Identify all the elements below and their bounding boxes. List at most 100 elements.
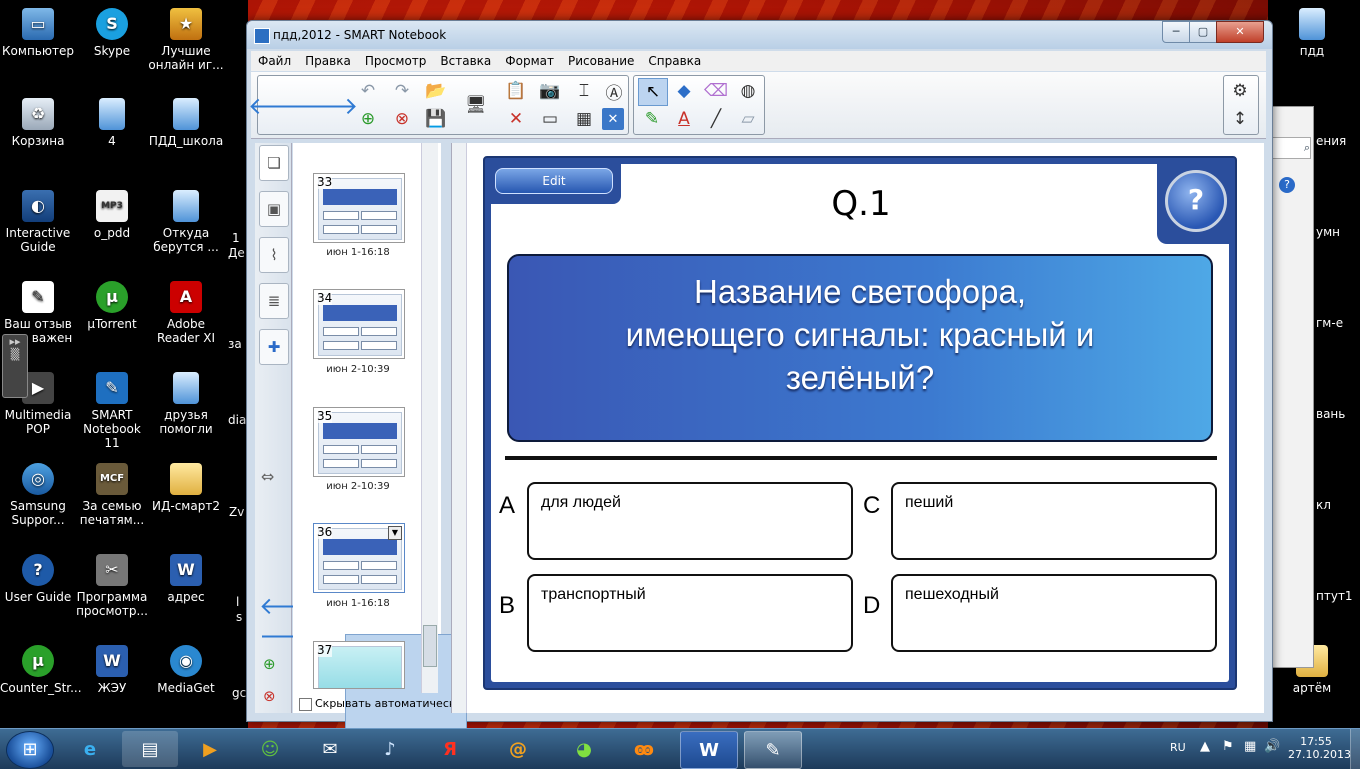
move-sidebar-icon[interactable]: ⇔ <box>261 467 274 486</box>
desktop-icon-mediaget[interactable]: ◉ MediaGet <box>148 645 224 695</box>
page-sorter-scrollbar[interactable] <box>421 143 438 693</box>
close-x-icon[interactable]: ✕ <box>602 108 624 130</box>
desktop-icon-counter-strike[interactable]: µ Counter_Str... <box>0 645 82 695</box>
screen-capture-icon[interactable]: ▭ <box>536 106 564 132</box>
help-icon[interactable]: ? <box>1279 177 1295 193</box>
language-indicator[interactable]: RU <box>1170 741 1186 754</box>
start-button[interactable]: ⊞ <box>6 731 54 769</box>
answer-option-d[interactable]: пешеходный <box>891 574 1217 652</box>
desktop-icon-zheu[interactable]: W ЖЭУ <box>74 645 150 695</box>
menu-draw[interactable]: Рисование <box>561 51 641 71</box>
open-folder-icon[interactable]: 📂 <box>422 78 450 104</box>
back-arrow-icon[interactable]: 🡐 <box>248 92 312 120</box>
odnoklassniki-icon[interactable]: ꙭ <box>616 731 672 767</box>
page-sorter-tab-icon[interactable]: ❏ <box>259 145 289 181</box>
properties-tab-icon[interactable]: ≣ <box>259 283 289 319</box>
menu-insert[interactable]: Вставка <box>433 51 498 71</box>
menu-file[interactable]: Файл <box>251 51 298 71</box>
internet-explorer-icon[interactable]: e <box>62 731 118 767</box>
autohide-checkbox[interactable]: Скрывать автоматическ <box>299 697 456 711</box>
show-desktop-button[interactable] <box>1350 729 1360 769</box>
yandex-icon[interactable]: Я <box>422 731 478 767</box>
answer-option-a[interactable]: для людей <box>527 482 853 560</box>
desktop-icon-samsung-support[interactable]: ◎ Samsung Suppor... <box>0 463 76 527</box>
page-thumbnail[interactable]: 33 <box>313 173 405 243</box>
save-icon[interactable]: 💾 <box>422 106 450 132</box>
desktop-icon-za-semyu-pechatyami[interactable]: MCF За семью печатям... <box>74 463 150 527</box>
delete-icon[interactable]: ✕ <box>502 106 530 132</box>
close-button[interactable]: ✕ <box>1216 21 1264 43</box>
contacts-icon[interactable]: ☺ <box>242 731 298 767</box>
desktop-icon-smart-notebook[interactable]: ✎ SMART Notebook 11 <box>74 372 150 450</box>
add-page-icon[interactable]: ⊕ <box>263 655 276 673</box>
floating-toolbar-handle[interactable]: ▸▸ ▒ <box>2 334 28 398</box>
canvas-vertical-scrollbar[interactable] <box>452 143 467 713</box>
undo-icon[interactable]: ↶ <box>354 78 382 104</box>
desktop-icon-pdd-school[interactable]: ПДД_школа <box>148 98 224 148</box>
desktop-icon-computer[interactable]: ▭ Компьютер <box>0 8 76 58</box>
menu-help[interactable]: Справка <box>641 51 708 71</box>
desktop-icon-id-smart2[interactable]: ИД-смарт2 <box>148 463 224 513</box>
maximize-button[interactable]: ▢ <box>1189 21 1217 43</box>
paste-icon[interactable]: 📋 <box>502 78 530 104</box>
answer-option-c[interactable]: пеший <box>891 482 1217 560</box>
action-center-flag-icon[interactable]: ⚑ <box>1222 739 1234 754</box>
scrollbar-thumb[interactable] <box>423 625 437 667</box>
page-thumbnail[interactable]: 37 <box>313 641 405 689</box>
file-explorer-icon[interactable]: ▤ <box>122 731 178 767</box>
text-tool-icon[interactable]: ⌶ <box>570 78 598 104</box>
menu-view[interactable]: Просмотр <box>358 51 434 71</box>
menu-format[interactable]: Формат <box>498 51 561 71</box>
desktop-icon-best-online-games[interactable]: ★ Лучшие онлайн иг... <box>148 8 224 72</box>
page-thumbnail-selected[interactable]: 36 ▼ <box>313 523 405 593</box>
page-thumbnail[interactable]: 35 <box>313 407 405 477</box>
camera-icon[interactable]: 📷 <box>536 78 564 104</box>
amigo-browser-icon[interactable]: ◕ <box>556 731 612 767</box>
desktop-icon-utorrent[interactable]: µ µTorrent <box>74 281 150 331</box>
text-color-icon[interactable]: A <box>670 106 698 132</box>
answer-option-b[interactable]: транспортный <box>527 574 853 652</box>
desktop-icon-pdd[interactable]: пдд <box>1274 8 1350 58</box>
table-icon[interactable]: ▦ <box>570 106 598 132</box>
network-icon[interactable]: ▦ <box>1244 739 1256 754</box>
search-icon[interactable]: ⌕ <box>1271 137 1311 159</box>
desktop-icon-o-pdd[interactable]: MP3 o_pdd <box>74 190 150 240</box>
gallery-tab-icon[interactable]: ▣ <box>259 191 289 227</box>
mail-ru-agent-icon[interactable]: @ <box>490 731 546 767</box>
spellcheck-icon[interactable]: Ⓐ <box>600 78 628 104</box>
title-bar[interactable]: пдд,2012 - SMART Notebook ─ ▢ ✕ <box>247 21 1272 49</box>
desktop-icon-user-guide[interactable]: ? User Guide <box>0 554 76 604</box>
shapes-icon[interactable]: ◆ <box>670 78 698 104</box>
volume-app-icon[interactable]: ♪ <box>362 731 418 767</box>
delete-page-icon[interactable]: ⊗ <box>388 106 416 132</box>
desktop-icon-skype[interactable]: S Skype <box>74 8 150 58</box>
desktop-icon-interactive-guide[interactable]: ◐ Interactive Guide <box>0 190 76 254</box>
volume-icon[interactable]: 🔊 <box>1264 739 1280 754</box>
pen-icon[interactable]: ✎ <box>638 106 666 132</box>
page-thumbnail[interactable]: 34 <box>313 289 405 359</box>
menu-edit[interactable]: Правка <box>298 51 358 71</box>
desktop-icon-recycle-bin[interactable]: ♻ Корзина <box>0 98 76 148</box>
screen-shade-icon[interactable]: 🖥 <box>462 92 490 118</box>
mail-icon[interactable]: ✉ <box>302 731 358 767</box>
forward-arrow-icon[interactable]: 🡒 <box>294 92 358 120</box>
line-icon[interactable]: ╱ <box>702 106 730 132</box>
desktop-icon-otkuda-berutsya[interactable]: Откуда берутся ... <box>148 190 224 254</box>
clock[interactable]: 17:55 27.10.2013 <box>1288 735 1351 761</box>
desktop-icon-druzya-pomogli[interactable]: друзья помогли <box>148 372 224 436</box>
addons-tab-icon[interactable]: ✚ <box>259 329 289 365</box>
add-page-icon[interactable]: ⊕ <box>354 106 382 132</box>
eraser-icon[interactable]: ⌫ <box>702 78 730 104</box>
toolbar-position-icon[interactable]: ↕ <box>1226 106 1254 132</box>
media-player-icon[interactable]: ▶ <box>182 731 238 767</box>
smart-notebook-taskbar-icon[interactable]: ✎ <box>744 731 802 769</box>
select-arrow-icon[interactable]: ↖ <box>638 78 668 106</box>
desktop-icon-adobe-reader[interactable]: A Adobe Reader XI <box>148 281 224 345</box>
minimize-button[interactable]: ─ <box>1162 21 1190 43</box>
desktop-icon-viewer-program[interactable]: ✂ Программа просмотр... <box>74 554 150 618</box>
tray-expand-icon[interactable]: ▲ <box>1200 739 1210 754</box>
desktop-icon-file-4[interactable]: 4 <box>74 98 150 148</box>
page-menu-dropdown-icon[interactable]: ▼ <box>388 526 402 540</box>
fill-icon[interactable]: ◍ <box>734 78 762 104</box>
attachments-tab-icon[interactable]: ⌇ <box>259 237 289 273</box>
